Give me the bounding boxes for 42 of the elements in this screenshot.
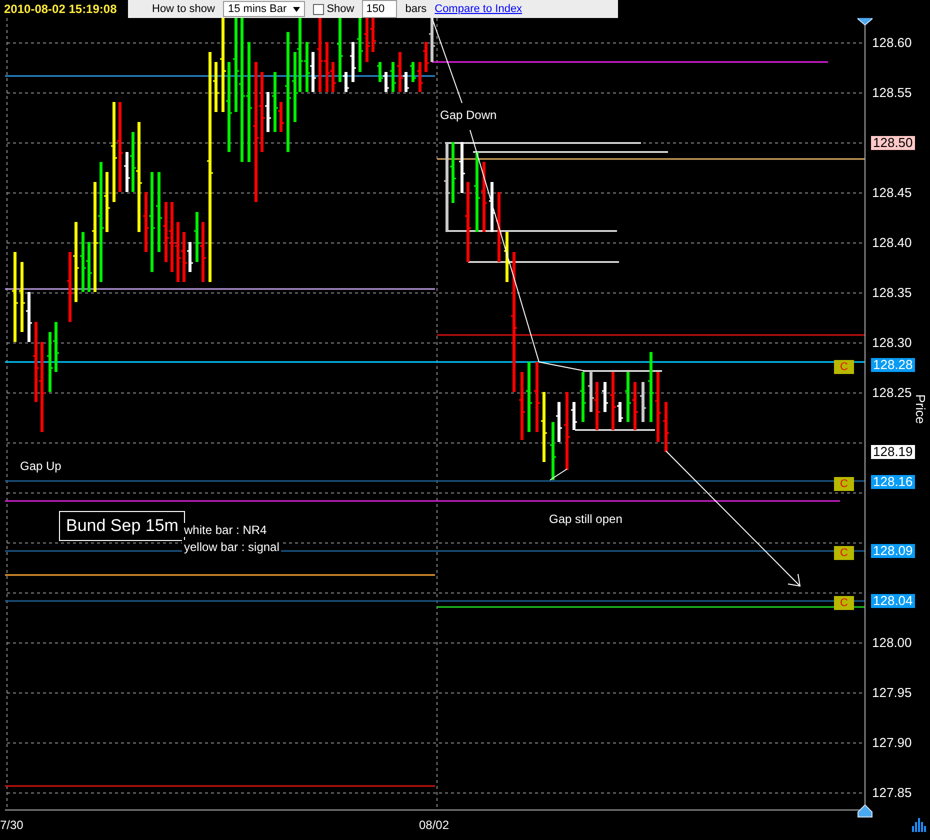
axis-title: Price [912, 394, 927, 424]
interval-dropdown[interactable]: 15 mins Bar [222, 1, 305, 17]
price-tick-label: 128.55 [872, 86, 912, 100]
price-tag: 128.50 [871, 136, 915, 150]
price-tick-label: 128.60 [872, 36, 912, 50]
caret-icon [292, 6, 300, 12]
instrument-label: Bund Sep 15m [59, 511, 186, 541]
price-tick-label: 128.30 [872, 336, 912, 350]
date-label: 08/02 [419, 818, 450, 832]
legend-text: white bar : NR4 [182, 523, 269, 537]
trend-line [550, 468, 568, 480]
scale-handle-icon[interactable] [858, 18, 872, 26]
price-tick-label: 128.35 [872, 286, 912, 300]
bar-chart-icon[interactable] [912, 818, 926, 832]
price-tick-label: 127.90 [872, 736, 912, 750]
chart-annotation: Gap still open [549, 512, 622, 526]
price-tag: 128.16 [871, 475, 915, 489]
chart-annotation: Gap Down [440, 108, 497, 122]
price-tag: 128.28 [871, 358, 915, 372]
price-tick-label: 127.95 [872, 686, 912, 700]
price-tick-label: 128.00 [872, 636, 912, 650]
timestamp: 2010-08-02 15:19:08 [3, 2, 118, 16]
show-checkbox[interactable]: Show [312, 3, 354, 15]
date-label: 7/30 [0, 818, 24, 832]
marker-label: C [834, 477, 854, 491]
price-tag: 128.04 [871, 594, 915, 608]
scale-handle-icon[interactable] [858, 804, 872, 818]
price-tag: 128.09 [871, 544, 915, 558]
compare-link[interactable]: Compare to Index [434, 3, 522, 15]
price-tick-label: 127.85 [872, 786, 912, 800]
marker-label: C [834, 546, 854, 560]
marker-label: C [834, 596, 854, 610]
show-label: How to show [152, 3, 215, 15]
bars-count-field[interactable]: 150 [362, 0, 398, 18]
price-tick-label: 128.40 [872, 236, 912, 250]
legend-text: yellow bar : signal [182, 540, 282, 554]
chart-annotation: Gap Up [20, 459, 62, 473]
price-tick-label: 128.25 [872, 386, 912, 400]
price-tag: 128.19 [871, 445, 915, 459]
bars-label: bars [405, 3, 427, 15]
marker-label: C [834, 360, 854, 374]
price-tick-label: 128.45 [872, 186, 912, 200]
